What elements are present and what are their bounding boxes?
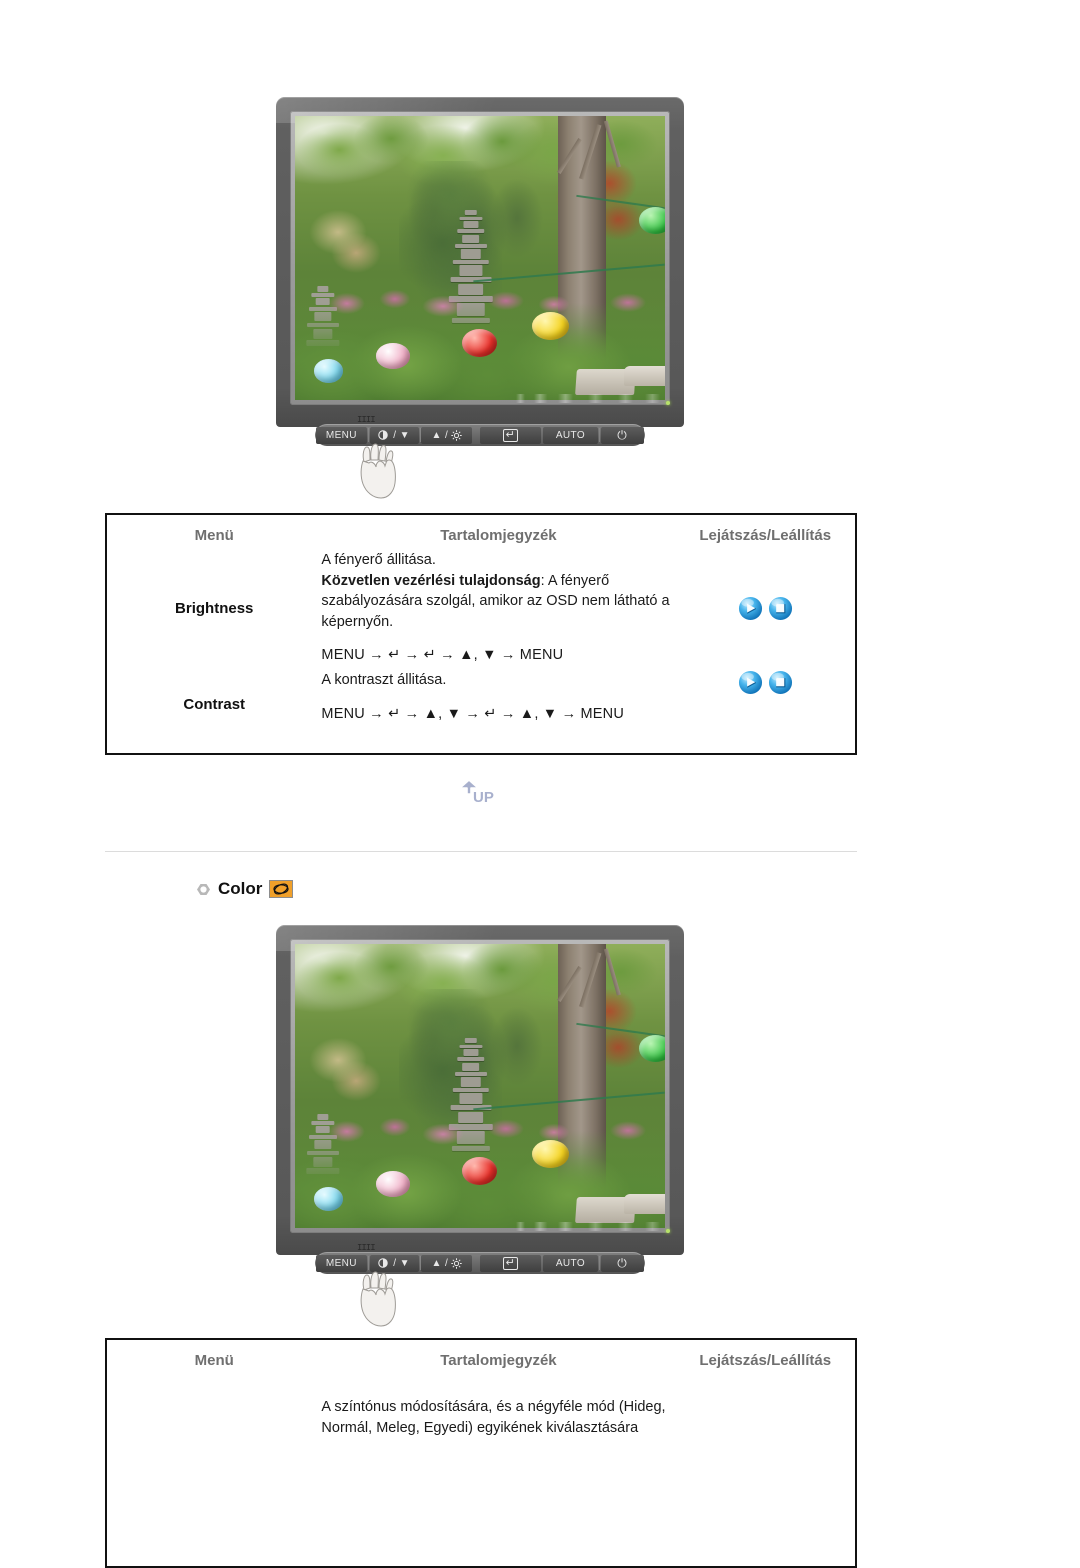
pointing-hand-illustration <box>360 1271 396 1327</box>
contrast-desc-line-1: A kontraszt állitása. <box>321 672 447 688</box>
color-swatch-icon <box>269 880 294 898</box>
color-monitor <box>276 925 684 1255</box>
contrast-key-sequence: MENU → ↵ → ▲, ▼ → ↵ → ▲, ▼ → MENU <box>321 705 625 722</box>
contrast-down-label: / ▼ <box>393 1257 410 1269</box>
screen-bezel <box>290 939 670 1233</box>
lantern-yellow <box>531 1139 569 1169</box>
hex-bullet-icon <box>197 883 210 895</box>
table-row: A színtónus módosítására, és a négyféle … <box>107 1373 855 1453</box>
stop-orb-icon[interactable] <box>768 670 793 695</box>
brightness-desc-direct-control: Közvetlen vezérlési tulajdonság: A fénye… <box>321 571 675 633</box>
power-button[interactable]: ⏻ <box>600 426 644 444</box>
lantern-blue <box>313 1186 344 1211</box>
up-button-label: UP <box>473 789 494 806</box>
monitor-screen <box>295 944 665 1228</box>
lantern-pink <box>376 343 410 369</box>
row-description-brightness: A fényerő állitása. Közvetlen vezérlési … <box>321 548 675 668</box>
monitor-screen <box>295 116 665 400</box>
color-section-title: Color <box>218 879 263 898</box>
column-header-contents: Tartalomjegyzék <box>440 1352 557 1369</box>
table-row: Brightness A fényerő állitása. Közvetlen… <box>107 548 855 668</box>
brightness-monitor-control-bar: IIII MENU / ▼ ▲ / ↵ AUTO ⏻ <box>315 415 645 499</box>
garden-stone-slab-2 <box>624 1193 665 1214</box>
lantern-red <box>461 1157 497 1186</box>
lantern-green <box>639 1034 665 1062</box>
row-media-brightness <box>675 548 855 668</box>
column-header-play-stop: Lejátszás/Leállítás <box>699 527 832 544</box>
lantern-pink <box>376 1171 410 1197</box>
enter-key-icon: ↵ <box>502 1256 519 1270</box>
brightness-up-label: ▲ / <box>431 1257 449 1269</box>
row-media-contrast <box>675 668 855 740</box>
brightness-up-button[interactable]: ▲ / <box>421 426 473 444</box>
lantern-yellow <box>531 311 569 341</box>
bezel-button-labels <box>516 394 666 403</box>
brightness-monitor <box>276 97 684 427</box>
contrast-down-label: / ▼ <box>393 429 410 441</box>
power-led-indicator <box>666 401 670 405</box>
table-header-row: Menü Tartalomjegyzék Lejátszás/Leállítás <box>107 515 855 548</box>
screen-bezel <box>290 111 670 405</box>
color-monitor-control-bar: IIII MENU / ▼ ▲ / ↵ AUTO ⏻ <box>315 1243 645 1327</box>
garden-pale-maple <box>302 206 384 281</box>
direct-control-term: Közvetlen vezérlési tulajdonság <box>321 572 541 589</box>
auto-button[interactable]: AUTO <box>543 1254 598 1272</box>
enter-button[interactable]: ↵ <box>479 426 542 444</box>
brightness-sun-icon <box>451 1257 462 1269</box>
garden-azalea-flowers <box>295 1108 665 1155</box>
row-media-color <box>675 1373 855 1453</box>
table-row: Contrast A kontraszt állitása. MENU → ↵ … <box>107 668 855 740</box>
column-header-menu: Menü <box>194 1352 234 1369</box>
brightness-up-button[interactable]: ▲ / <box>421 1254 473 1272</box>
play-orb-icon[interactable] <box>738 670 763 695</box>
bezel-button-labels <box>516 1222 666 1231</box>
stop-orb-icon[interactable] <box>768 596 793 621</box>
control-divider <box>419 1256 421 1270</box>
brightness-up-label: ▲ / <box>431 429 449 441</box>
control-divider <box>598 428 600 442</box>
row-description-color: A színtónus módosítására, és a négyféle … <box>321 1373 675 1453</box>
up-arrow-icon: UP <box>459 779 495 807</box>
color-section-heading: Color <box>196 879 294 899</box>
power-led-indicator <box>666 1229 670 1233</box>
contrast-icon <box>378 430 389 440</box>
column-header-contents: Tartalomjegyzék <box>440 527 557 544</box>
row-label-brightness: Brightness <box>175 599 254 617</box>
table-header-row: Menü Tartalomjegyzék Lejátszás/Leállítás <box>107 1340 855 1373</box>
column-header-play-stop: Lejátszás/Leállítás <box>699 1352 832 1369</box>
color-desc-line-2: Normál, Meleg, Egyedi) egyikének kiválas… <box>321 1419 639 1436</box>
garden-azalea-flowers <box>295 280 665 327</box>
auto-button[interactable]: AUTO <box>543 426 598 444</box>
row-label-color <box>107 1373 321 1453</box>
row-label-contrast: Contrast <box>183 695 246 713</box>
brightness-sun-icon <box>451 429 462 441</box>
section-divider <box>105 851 857 852</box>
color-desc-line-1: A színtónus módosítására, és a négyféle … <box>321 1399 666 1415</box>
monitor-chassis <box>276 97 684 427</box>
control-divider <box>598 1256 600 1270</box>
garden-stone-slab-2 <box>624 365 665 386</box>
enter-button[interactable]: ↵ <box>479 1254 542 1272</box>
garden-pale-maple <box>302 1034 384 1109</box>
play-orb-icon[interactable] <box>738 596 763 621</box>
pointing-hand-illustration <box>360 443 396 499</box>
lantern-red <box>461 329 497 358</box>
control-divider <box>419 428 421 442</box>
brightness-desc-line-1: A fényerő állitása. <box>321 552 436 568</box>
up-button[interactable]: UP <box>455 778 517 808</box>
lantern-green <box>639 206 665 234</box>
column-header-menu: Menü <box>194 527 234 544</box>
brightness-key-sequence: MENU → ↵ → ↵ → ▲, ▼ → MENU <box>321 647 564 664</box>
row-description-contrast: A kontraszt állitása. MENU → ↵ → ▲, ▼ → … <box>321 668 675 740</box>
lantern-blue <box>313 358 344 383</box>
brightness-contrast-table: Menü Tartalomjegyzék Lejátszás/Leállítás… <box>105 513 857 755</box>
control-spacer <box>473 427 478 444</box>
power-button[interactable]: ⏻ <box>600 1254 644 1272</box>
contrast-icon <box>378 1258 389 1268</box>
color-table: Menü Tartalomjegyzék Lejátszás/Leállítás… <box>105 1338 857 1568</box>
enter-key-icon: ↵ <box>502 428 519 442</box>
monitor-chassis <box>276 925 684 1255</box>
control-spacer <box>473 1255 478 1272</box>
